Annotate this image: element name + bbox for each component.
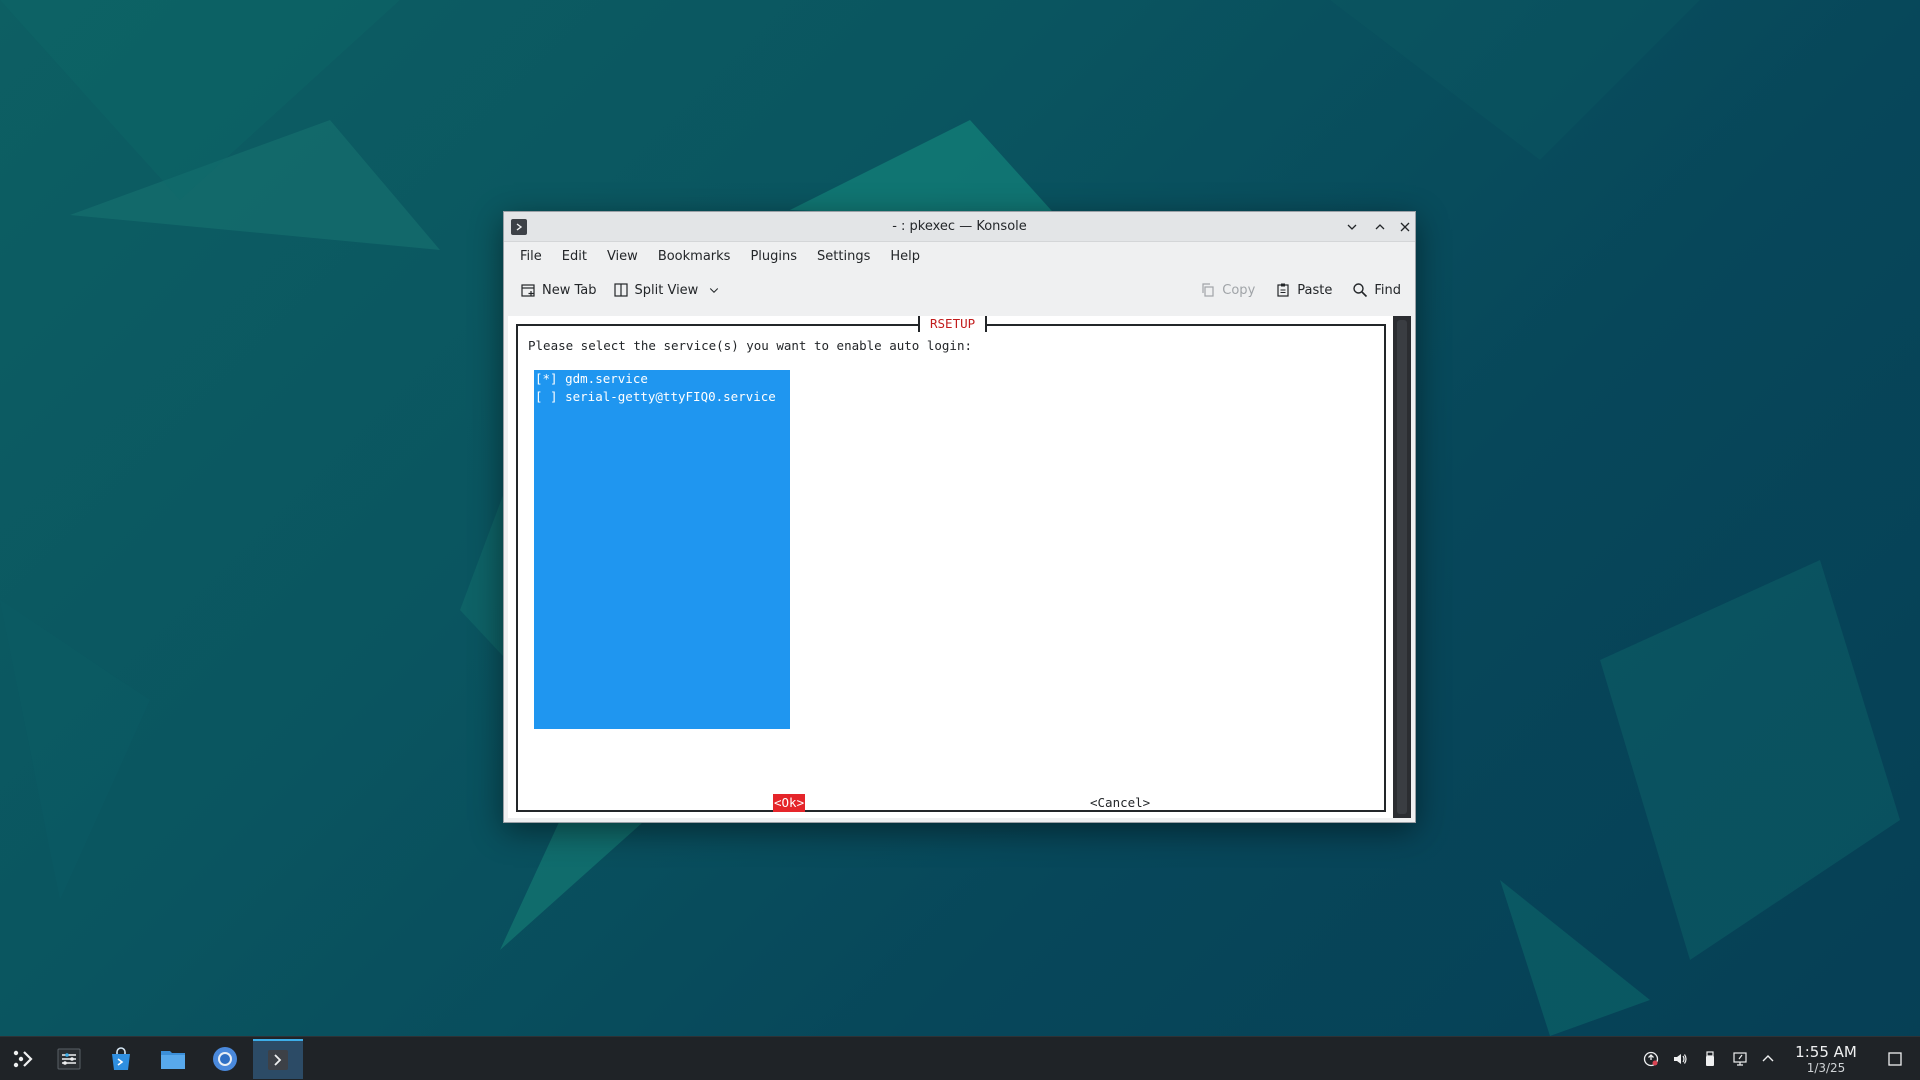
- window-titlebar[interactable]: - : pkexec — Konsole: [504, 212, 1415, 242]
- menu-settings[interactable]: Settings: [807, 245, 880, 268]
- application-launcher-icon[interactable]: [0, 1039, 47, 1079]
- new-tab-icon: [521, 284, 535, 297]
- clock-time: 1:55 AM: [1795, 1043, 1857, 1061]
- paste-icon: [1277, 283, 1289, 297]
- menu-edit[interactable]: Edit: [552, 245, 597, 268]
- copy-button[interactable]: Copy: [1192, 278, 1263, 302]
- whiptail-dialog: RSETUP Please select the service(s) you …: [516, 316, 1386, 812]
- minimize-icon[interactable]: [1343, 218, 1361, 236]
- find-label: Find: [1374, 282, 1401, 298]
- list-item-gdm-service[interactable]: [*] gdm.service: [534, 370, 790, 388]
- maximize-icon[interactable]: [1371, 218, 1389, 236]
- service-checklist[interactable]: [*] gdm.service [ ] serial-getty@ttyFIQ0…: [534, 370, 790, 729]
- close-icon[interactable]: [1396, 218, 1414, 236]
- paste-label: Paste: [1297, 282, 1333, 298]
- list-item-serial-getty-service[interactable]: [ ] serial-getty@ttyFIQ0.service: [534, 388, 790, 406]
- split-view-button[interactable]: Split View: [605, 278, 729, 302]
- updates-icon[interactable]: [1641, 1049, 1661, 1069]
- new-tab-button[interactable]: New Tab: [512, 278, 605, 302]
- menu-file[interactable]: File: [510, 245, 552, 268]
- dialog-prompt: Please select the service(s) you want to…: [528, 338, 973, 353]
- chevron-down-icon: [710, 288, 719, 293]
- terminal-view[interactable]: RSETUP Please select the service(s) you …: [508, 316, 1394, 818]
- new-tab-label: New Tab: [542, 282, 597, 298]
- system-settings-icon[interactable]: [44, 1039, 94, 1079]
- terminal-scrollbar[interactable]: [1393, 316, 1411, 818]
- scrollbar-thumb[interactable]: [1397, 320, 1407, 814]
- chromium-browser-icon[interactable]: [200, 1039, 250, 1079]
- file-manager-icon[interactable]: [148, 1039, 198, 1079]
- taskbar: 1:55 AM 1/3/25: [0, 1036, 1920, 1080]
- volume-icon[interactable]: [1670, 1049, 1690, 1069]
- copy-icon: [1202, 283, 1214, 297]
- konsole-window: - : pkexec — Konsole File Edit View Book…: [503, 211, 1416, 823]
- digital-clock[interactable]: 1:55 AM 1/3/25: [1785, 1043, 1867, 1075]
- paste-button[interactable]: Paste: [1267, 278, 1340, 302]
- network-icon[interactable]: [1730, 1049, 1750, 1069]
- find-button[interactable]: Find: [1344, 278, 1409, 302]
- menu-bookmarks[interactable]: Bookmarks: [648, 245, 741, 268]
- dialog-title: RSETUP: [918, 316, 988, 332]
- toolbar: New Tab Split View Copy Paste Find: [504, 270, 1415, 310]
- cancel-button[interactable]: <Cancel>: [1090, 794, 1150, 812]
- menu-view[interactable]: View: [597, 245, 648, 268]
- show-desktop-icon[interactable]: [1885, 1049, 1905, 1069]
- chevron-up-icon[interactable]: [1758, 1049, 1778, 1069]
- split-view-icon: [613, 283, 628, 297]
- split-view-label: Split View: [634, 282, 699, 298]
- window-title: - : pkexec — Konsole: [892, 219, 1027, 234]
- search-icon: [1353, 283, 1368, 298]
- copy-label: Copy: [1222, 282, 1256, 298]
- menu-plugins[interactable]: Plugins: [740, 245, 807, 268]
- konsole-icon[interactable]: [253, 1039, 303, 1079]
- discover-store-icon[interactable]: [96, 1039, 146, 1079]
- clock-date: 1/3/25: [1806, 1061, 1846, 1075]
- removable-device-icon[interactable]: [1700, 1049, 1720, 1069]
- ok-button[interactable]: <Ok>: [773, 794, 806, 812]
- menu-help[interactable]: Help: [880, 245, 930, 268]
- menubar: File Edit View Bookmarks Plugins Setting…: [504, 242, 1415, 270]
